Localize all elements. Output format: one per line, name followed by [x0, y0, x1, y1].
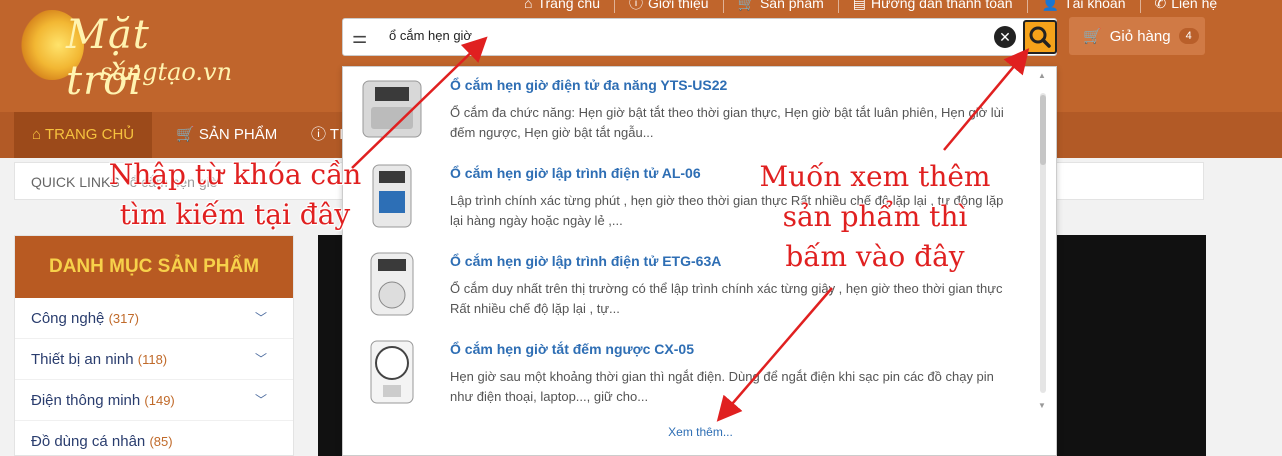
cart-label: Giỏ hàng	[1109, 27, 1171, 45]
phone-icon: ✆	[1154, 0, 1167, 11]
filter-sliders-icon[interactable]: ⚌	[352, 28, 367, 48]
product-title[interactable]: Ổ cắm hẹn giờ lập trình điện tử AL-06	[450, 165, 701, 181]
sidebar-item-cong-nghe[interactable]: Công nghệ (317) ﹀	[15, 298, 293, 339]
nav-products[interactable]: 🛒 SẢN PHẨM	[176, 112, 277, 158]
product-title[interactable]: Ổ cắm hẹn giờ điện tử đa năng YTS-US22	[450, 77, 727, 93]
nav-home[interactable]: ⌂ TRANG CHỦ	[14, 112, 153, 158]
product-desc: Ổ cắm đa chức năng: Hẹn giờ bật tắt theo…	[450, 105, 1004, 140]
topnav-account[interactable]: 👤 Tài khoản	[1028, 0, 1141, 13]
sidebar-item-an-ninh[interactable]: Thiết bị an ninh (118) ﹀	[15, 339, 293, 380]
product-desc: Hẹn giờ sau một khoảng thời gian thì ngắ…	[450, 369, 994, 404]
topnav-home[interactable]: ⌂ Trang chủ	[510, 0, 615, 13]
sidebar-title: DANH MỤC SẢN PHẨM	[15, 236, 293, 298]
annotation-left: Nhập từ khóa cần tìm kiếm tại đây	[108, 158, 362, 231]
product-thumbnail	[370, 252, 414, 316]
nav-about[interactable]: ⓘ TI	[311, 112, 343, 158]
see-more-link[interactable]: Xem thêm...	[343, 425, 1058, 439]
topnav-products[interactable]: 🛒 Sản phẩm	[724, 0, 839, 13]
scroll-down-icon[interactable]: ▼	[1038, 401, 1046, 410]
search-box: ⚌ ✕	[342, 18, 1057, 56]
chevron-down-icon[interactable]: ﹀	[255, 380, 267, 421]
info-icon: ⓘ	[628, 0, 643, 11]
search-input[interactable]	[389, 28, 949, 43]
topnav-about[interactable]: ⓘ Giới thiệu	[615, 0, 724, 13]
site-logo[interactable]: Mặt trời sángtạo.vn	[20, 0, 235, 104]
topnav-payment[interactable]: ▤ Hướng dẫn thanh toán	[839, 0, 1028, 13]
product-thumbnail	[362, 80, 422, 138]
list-item[interactable]: Ổ cắm hẹn giờ tắt đếm ngược CX-05 Hẹn gi…	[343, 331, 1033, 419]
product-title[interactable]: Ổ cắm hẹn giờ lập trình điện tử ETG-63A	[450, 253, 721, 269]
book-icon: ▤	[852, 0, 867, 11]
list-item[interactable]: Ổ cắm hẹn giờ điện tử đa năng YTS-US22 Ổ…	[343, 67, 1033, 155]
home-icon: ⌂	[32, 126, 45, 143]
clear-icon[interactable]: ✕	[994, 26, 1016, 48]
scroll-thumb[interactable]	[1040, 95, 1046, 165]
cart-button[interactable]: 🛒 Giỏ hàng 4	[1069, 17, 1205, 55]
product-desc: Ổ cắm duy nhất trên thị trường có thể lậ…	[450, 281, 1003, 316]
search-icon	[1029, 26, 1051, 48]
cart-icon: 🛒	[176, 126, 199, 143]
info-icon: ⓘ	[311, 126, 330, 143]
top-nav: ⌂ Trang chủ ⓘ Giới thiệu 🛒 Sản phẩm ▤ Hướng …	[510, 0, 1231, 13]
cart-icon: 🛒	[1083, 28, 1102, 45]
logo-text-2: sángtạo.vn	[100, 58, 233, 86]
product-title[interactable]: Ổ cắm hẹn giờ tắt đếm ngược CX-05	[450, 341, 694, 357]
home-icon: ⌂	[524, 0, 533, 11]
scrollbar[interactable]: ▲ ▼	[1038, 71, 1048, 411]
chevron-down-icon[interactable]: ﹀	[255, 339, 267, 380]
scroll-up-icon[interactable]: ▲	[1038, 71, 1046, 80]
category-sidebar: DANH MỤC SẢN PHẨM Công nghệ (317) ﹀ Thiết…	[14, 235, 294, 456]
cart-count-badge: 4	[1178, 28, 1199, 44]
sidebar-item-do-dung[interactable]: Đồ dùng cá nhân (85)	[15, 421, 293, 456]
annotation-right: Muốn xem thêm sản phẩm thì bấm vào đây	[759, 160, 991, 273]
search-button[interactable]	[1023, 20, 1057, 54]
user-icon: 👤	[1041, 0, 1060, 11]
topnav-contact[interactable]: ✆ Liên hệ	[1141, 0, 1232, 13]
product-thumbnail	[370, 340, 414, 404]
cart-icon: 🛒	[737, 0, 755, 11]
sidebar-item-dien-thong-minh[interactable]: Điện thông minh (149) ﹀	[15, 380, 293, 421]
chevron-down-icon[interactable]: ﹀	[255, 298, 267, 339]
